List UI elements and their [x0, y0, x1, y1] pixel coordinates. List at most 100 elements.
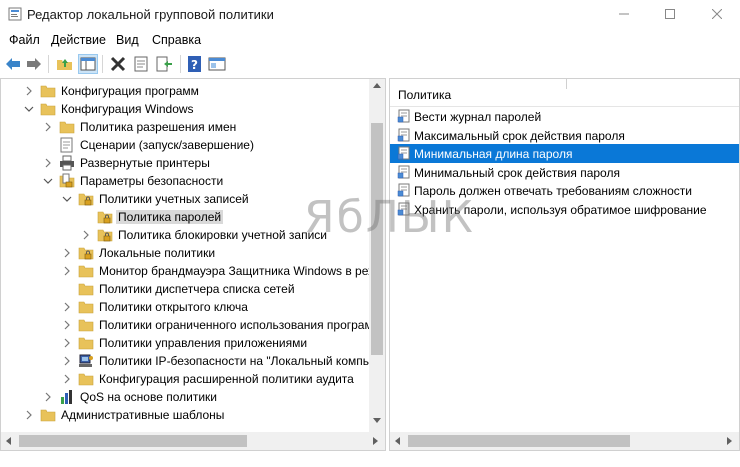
policy-row[interactable]: Вести журнал паролей: [390, 107, 739, 126]
tree-vertical-scroll-thumb[interactable]: [371, 123, 383, 355]
help-button[interactable]: ?: [185, 54, 205, 74]
printer-icon: [59, 155, 75, 171]
tree-item[interactable]: Политики диспетчера списка сетей: [1, 280, 369, 298]
chevron-right-icon[interactable]: [61, 355, 73, 367]
policy-row[interactable]: Максимальный срок действия пароля: [390, 126, 739, 145]
tree-item[interactable]: Политика паролей: [1, 208, 369, 226]
tree-item[interactable]: Конфигурация Windows: [1, 100, 369, 118]
menu-help[interactable]: Справка: [152, 33, 201, 47]
chevron-right-icon[interactable]: [61, 247, 73, 259]
tree-item[interactable]: Локальные политики: [1, 244, 369, 262]
tree-horizontal-scrollbar[interactable]: [1, 432, 385, 450]
details-pane[interactable]: Политика Вести журнал паролей Максимальны…: [389, 78, 740, 451]
chevron-right-icon[interactable]: [23, 85, 35, 97]
chevron-right-icon[interactable]: [23, 409, 35, 421]
maximize-icon: [665, 9, 675, 19]
column-header-policy[interactable]: Политика: [390, 79, 739, 107]
tree-item[interactable]: Политика разрешения имен: [1, 118, 369, 136]
minimize-button[interactable]: [601, 0, 647, 28]
tree-item-label: Конфигурация расширенной политики аудита: [99, 372, 354, 386]
chevron-right-icon[interactable]: [61, 319, 73, 331]
tree-vertical-scrollbar[interactable]: [369, 79, 385, 432]
folder-icon: [59, 119, 75, 135]
scroll-right-arrow-icon[interactable]: [727, 437, 732, 445]
tree-pane[interactable]: Конфигурация программ Конфигурация Window…: [0, 78, 386, 451]
policy-row[interactable]: Минимальный срок действия пароля: [390, 163, 739, 182]
up-folder-icon: [57, 59, 72, 70]
tree-item[interactable]: Политики ограниченного использования про…: [1, 316, 373, 334]
svg-text:?: ?: [191, 58, 198, 72]
tree-item-label: Политики диспетчера списка сетей: [99, 282, 295, 296]
forward-button[interactable]: [24, 54, 44, 74]
folder-icon: [78, 317, 94, 333]
chevron-right-icon[interactable]: [42, 157, 54, 169]
chevron-right-icon[interactable]: [80, 229, 92, 241]
menu-file[interactable]: Файл: [9, 33, 40, 47]
properties-icon: [134, 56, 148, 72]
view-button[interactable]: [207, 54, 227, 74]
chevron-right-icon[interactable]: [42, 391, 54, 403]
details-horizontal-scrollbar[interactable]: [390, 432, 739, 450]
up-level-button[interactable]: [55, 54, 75, 74]
tree-item[interactable]: QoS на основе политики: [1, 388, 369, 406]
folder-lock-icon: [97, 209, 113, 225]
tree-item[interactable]: Параметры безопасности: [1, 172, 369, 190]
help-icon: ?: [188, 56, 201, 72]
policy-label: Максимальный срок действия пароля: [414, 128, 625, 143]
policy-label: Хранить пароли, используя обратимое шифр…: [414, 203, 707, 217]
tree-item[interactable]: Политики учетных записей: [1, 190, 369, 208]
export-list-button[interactable]: [154, 54, 174, 74]
policy-row[interactable]: Минимальная длина пароля: [390, 144, 739, 164]
back-button[interactable]: [3, 54, 23, 74]
tree-item-label: Политики IP-безопасности на "Локальный к…: [99, 354, 375, 368]
details-horizontal-scroll-thumb[interactable]: [408, 435, 630, 447]
tree-item[interactable]: Политики открытого ключа: [1, 298, 369, 316]
tree-item[interactable]: Конфигурация программ: [1, 82, 369, 100]
chevron-right-icon[interactable]: [61, 301, 73, 313]
tree-item-label: Административные шаблоны: [61, 408, 225, 422]
chevron-down-icon[interactable]: [23, 103, 35, 115]
tree-item[interactable]: Сценарии (запуск/завершение): [1, 136, 369, 154]
chevron-down-icon[interactable]: [42, 175, 54, 187]
tree-item-label: Политики ограниченного использования про…: [99, 318, 373, 332]
show-hide-tree-button[interactable]: [78, 54, 98, 74]
tree-item[interactable]: Конфигурация расширенной политики аудита: [1, 370, 369, 388]
scroll-up-arrow-icon[interactable]: [373, 83, 381, 88]
scroll-down-arrow-icon[interactable]: [373, 418, 381, 423]
script-icon: [59, 137, 75, 153]
chevron-right-icon[interactable]: [61, 337, 73, 349]
policy-label: Пароль должен отвечать требованиям сложн…: [414, 184, 692, 199]
policy-row[interactable]: Пароль должен отвечать требованиям сложн…: [390, 181, 739, 200]
minimize-icon: [619, 13, 629, 15]
policy-doc-icon: [397, 128, 411, 142]
chevron-right-icon[interactable]: [61, 265, 73, 277]
properties-button[interactable]: [131, 54, 151, 74]
tree-item[interactable]: Развернутые принтеры: [1, 154, 369, 172]
policy-row[interactable]: Хранить пароли, используя обратимое шифр…: [390, 200, 739, 219]
maximize-button[interactable]: [647, 0, 693, 28]
close-button[interactable]: [694, 0, 740, 28]
delete-button[interactable]: [108, 54, 128, 74]
menu-action[interactable]: Действие: [51, 33, 106, 47]
window-title: Редактор локальной групповой политики: [27, 7, 274, 22]
column-header-label: Политика: [398, 88, 452, 102]
scroll-right-arrow-icon[interactable]: [373, 437, 378, 445]
scroll-left-arrow-icon[interactable]: [6, 437, 11, 445]
scroll-left-arrow-icon[interactable]: [395, 437, 400, 445]
tree-item-label: Политики управления приложениями: [99, 336, 308, 350]
policy-doc-icon: [397, 183, 411, 197]
tree-item[interactable]: Политика блокировки учетной записи: [1, 226, 369, 244]
tree-item[interactable]: Политики управления приложениями: [1, 334, 369, 352]
column-divider[interactable]: [566, 79, 567, 89]
folder-icon: [40, 407, 56, 423]
chevron-down-icon[interactable]: [61, 193, 73, 205]
tree-item[interactable]: Монитор брандмауэра Защитника Windows в …: [1, 262, 376, 280]
folder-lock-icon: [78, 191, 94, 207]
export-icon: [156, 56, 172, 72]
tree-horizontal-scroll-thumb[interactable]: [19, 435, 247, 447]
menu-view[interactable]: Вид: [116, 33, 139, 47]
chevron-right-icon[interactable]: [61, 373, 73, 385]
chevron-right-icon[interactable]: [42, 121, 54, 133]
tree-item[interactable]: Политики IP-безопасности на "Локальный к…: [1, 352, 374, 370]
tree-item[interactable]: Административные шаблоны: [1, 406, 369, 424]
